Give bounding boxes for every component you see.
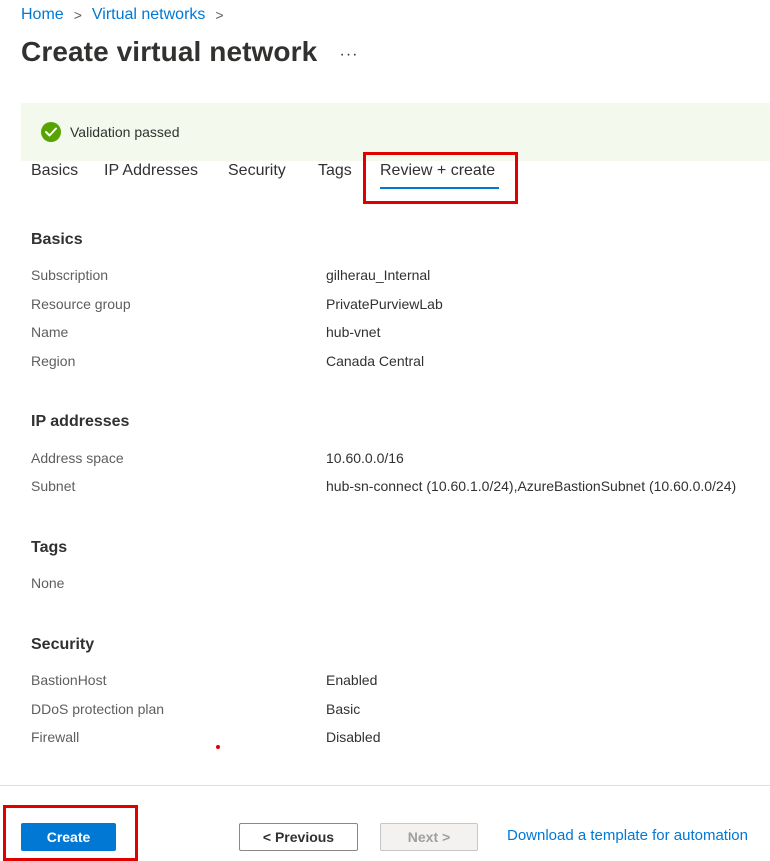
section-heading-tags: Tags <box>31 539 68 556</box>
section-heading-security: Security <box>31 636 95 653</box>
breadcrumb: Home > Virtual networks > <box>21 5 234 25</box>
tab-review-create[interactable]: Review + create <box>380 160 495 188</box>
value-subscription: gilherau_Internal <box>326 267 431 283</box>
label-firewall: Firewall <box>31 729 80 745</box>
value-resource-group: PrivatePurviewLab <box>326 296 443 312</box>
section-heading-basics: Basics <box>31 231 83 248</box>
value-address-space: 10.60.0.0/16 <box>326 450 404 466</box>
label-resource-group: Resource group <box>31 296 131 312</box>
label-subscription: Subscription <box>31 267 109 283</box>
annotation-dot <box>216 745 220 749</box>
active-tab-indicator <box>380 187 499 189</box>
label-address-space: Address space <box>31 450 124 466</box>
breadcrumb-virtual-networks-link[interactable]: Virtual networks <box>92 6 206 24</box>
chevron-right-icon: > <box>215 7 224 23</box>
tab-ip-addresses[interactable]: IP Addresses <box>104 160 198 188</box>
next-button[interactable]: Next > <box>380 823 478 851</box>
label-subnet: Subnet <box>31 478 76 494</box>
checkmark-circle-icon <box>41 122 61 142</box>
more-options-button[interactable]: ··· <box>338 40 360 70</box>
label-bastion-host: BastionHost <box>31 672 107 688</box>
value-ddos-protection-plan: Basic <box>326 701 361 717</box>
previous-button[interactable]: < Previous <box>239 823 358 851</box>
value-region: Canada Central <box>326 353 425 369</box>
tab-security[interactable]: Security <box>228 160 286 188</box>
label-region: Region <box>31 353 76 369</box>
chevron-right-icon: > <box>73 7 82 23</box>
tags-none-text: None <box>31 575 65 591</box>
value-firewall: Disabled <box>326 729 381 745</box>
label-name: Name <box>31 324 69 340</box>
value-bastion-host: Enabled <box>326 672 378 688</box>
label-ddos-protection-plan: DDoS protection plan <box>31 701 165 717</box>
section-heading-ip-addresses: IP addresses <box>31 413 130 430</box>
breadcrumb-home-link[interactable]: Home <box>21 6 64 24</box>
value-name: hub-vnet <box>326 324 381 340</box>
tab-basics[interactable]: Basics <box>31 160 78 188</box>
page-title: Create virtual network <box>21 36 318 67</box>
tab-tags[interactable]: Tags <box>318 160 352 188</box>
download-template-link[interactable]: Download a template for automation <box>507 827 748 844</box>
footer-divider <box>0 785 770 786</box>
create-button[interactable]: Create <box>21 823 116 851</box>
value-subnet: hub-sn-connect (10.60.1.0/24),AzureBasti… <box>326 478 737 494</box>
validation-message: Validation passed <box>70 124 180 140</box>
